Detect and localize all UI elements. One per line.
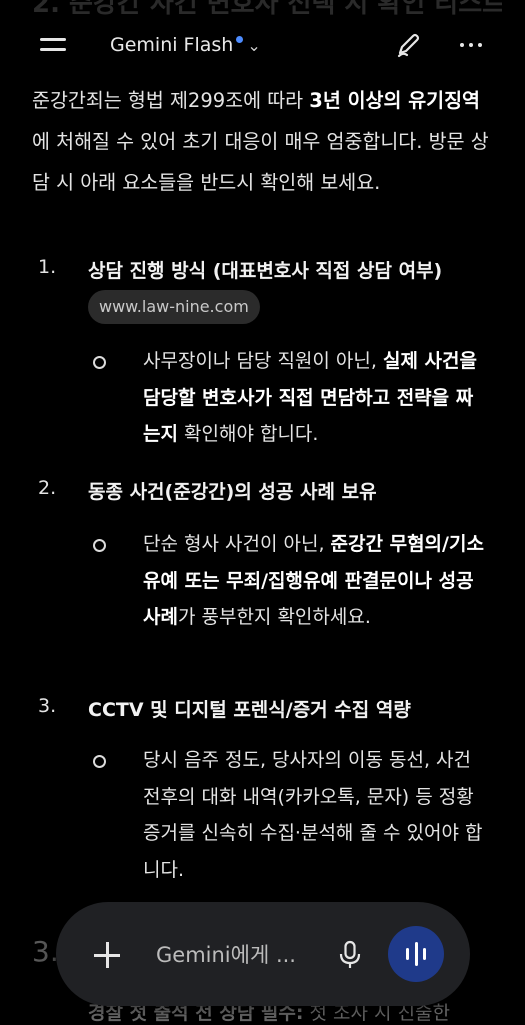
edit-icon[interactable]	[393, 30, 423, 60]
model-selector[interactable]: Gemini Flash ⌄	[110, 30, 261, 60]
intro-paragraph: 준강간죄는 형법 제299조에 따라 3년 이상의 유기징역에 처해질 수 있어…	[32, 89, 489, 194]
list-item-detail: 단순 형사 사건이 아닌, 준강간 무혐의/기소유예 또는 무죄/집행유예 판결…	[143, 533, 484, 628]
list-number: 1.	[38, 256, 57, 278]
live-audio-icon[interactable]	[388, 926, 444, 982]
list-number: 3.	[38, 695, 57, 717]
more-icon[interactable]	[457, 30, 487, 60]
list-item-title: 상담 진행 방식 (대표변호사 직접 상담 여부)	[88, 260, 443, 282]
list-item-detail: 당시 음주 정도, 당사자의 이동 동선, 사건 전후의 대화 내역(카카오톡,…	[143, 749, 483, 881]
top-app-bar: Gemini Flash ⌄	[0, 18, 525, 72]
model-name: Gemini Flash	[110, 34, 234, 56]
sub-bullet	[93, 356, 106, 369]
sub-bullet	[93, 539, 106, 552]
list-number: 2.	[38, 477, 57, 499]
list-item-title: 동종 사건(준강간)의 성공 사례 보유	[88, 481, 377, 503]
mic-icon[interactable]	[338, 940, 362, 970]
chevron-down-icon: ⌄	[247, 35, 261, 55]
sub-bullet	[93, 755, 106, 768]
prompt-input[interactable]	[154, 932, 338, 978]
model-status-dot	[236, 35, 244, 43]
list-item-detail: 사무장이나 담당 직원이 아닌, 실제 사건을 담당할 변호사가 직접 면담하고…	[143, 350, 477, 445]
list-item-title: CCTV 및 디지털 포렌식/증거 수집 역량	[88, 699, 411, 721]
list-number-faded: 3.	[32, 935, 59, 968]
source-chip[interactable]: www.law-nine.com	[88, 290, 260, 324]
plus-icon[interactable]	[94, 942, 120, 968]
prompt-bar	[56, 902, 470, 1006]
menu-icon[interactable]	[40, 35, 68, 55]
